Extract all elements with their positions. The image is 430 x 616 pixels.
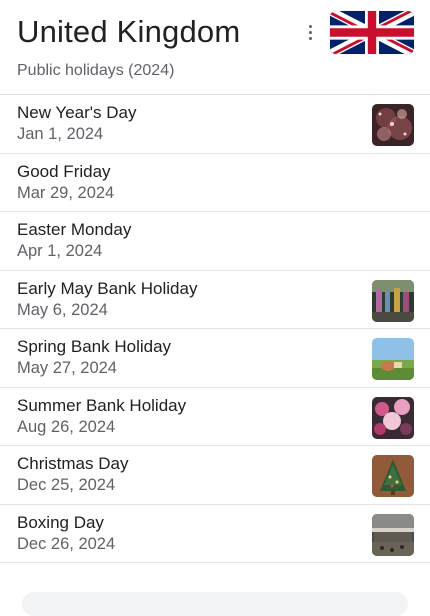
holiday-row[interactable]: Boxing Day Dec 26, 2024 [0, 505, 430, 563]
holiday-name: New Year's Day [17, 103, 137, 122]
holiday-row[interactable]: Early May Bank Holiday May 6, 2024 [0, 271, 430, 329]
more-vert-icon[interactable] [303, 22, 317, 42]
holiday-name: Good Friday [17, 161, 111, 181]
holiday-row[interactable]: Summer Bank Holiday Aug 26, 2024 [0, 388, 430, 446]
holiday-date: Dec 26, 2024 [17, 534, 116, 553]
picnic-thumbnail[interactable] [372, 338, 414, 380]
holiday-date: Dec 25, 2024 [17, 476, 116, 494]
holiday-row[interactable]: Christmas Day Dec 25, 2024 [0, 446, 430, 505]
holiday-row[interactable]: New Year's Day Jan 1, 2024 [0, 95, 430, 154]
holiday-row[interactable]: Easter Monday Apr 1, 2024 [0, 212, 430, 271]
holiday-date: Aug 26, 2024 [17, 417, 116, 436]
holiday-row[interactable]: Good Friday Mar 29, 2024 [0, 154, 430, 212]
bottom-bar[interactable] [22, 592, 408, 616]
holiday-date: Mar 29, 2024 [17, 183, 115, 202]
header: United Kingdom Public holidays (2024) [0, 0, 430, 95]
holiday-name: Christmas Day [17, 454, 129, 473]
holiday-date: May 27, 2024 [17, 359, 117, 377]
holiday-list: New Year's Day Jan 1, 2024 Good Friday M… [0, 95, 430, 563]
holiday-date: May 6, 2024 [17, 300, 108, 319]
uk-flag-icon [330, 11, 414, 54]
holiday-row[interactable]: Spring Bank Holiday May 27, 2024 [0, 329, 430, 388]
carnival-thumbnail[interactable] [372, 396, 414, 439]
holiday-date: Apr 1, 2024 [17, 242, 103, 260]
holiday-name: Easter Monday [17, 220, 132, 239]
shopping-mall-thumbnail[interactable] [372, 513, 414, 556]
holiday-name: Early May Bank Holiday [17, 278, 198, 298]
holiday-name: Spring Bank Holiday [17, 337, 172, 356]
holiday-name: Boxing Day [17, 512, 104, 532]
fireworks-thumbnail[interactable] [372, 104, 414, 146]
holiday-name: Summer Bank Holiday [17, 395, 187, 415]
christmas-tree-thumbnail[interactable] [372, 455, 414, 497]
parade-thumbnail[interactable] [372, 279, 414, 322]
holiday-date: Jan 1, 2024 [17, 125, 104, 143]
page-title: United Kingdom [17, 14, 241, 49]
page-subtitle: Public holidays (2024) [17, 62, 175, 79]
